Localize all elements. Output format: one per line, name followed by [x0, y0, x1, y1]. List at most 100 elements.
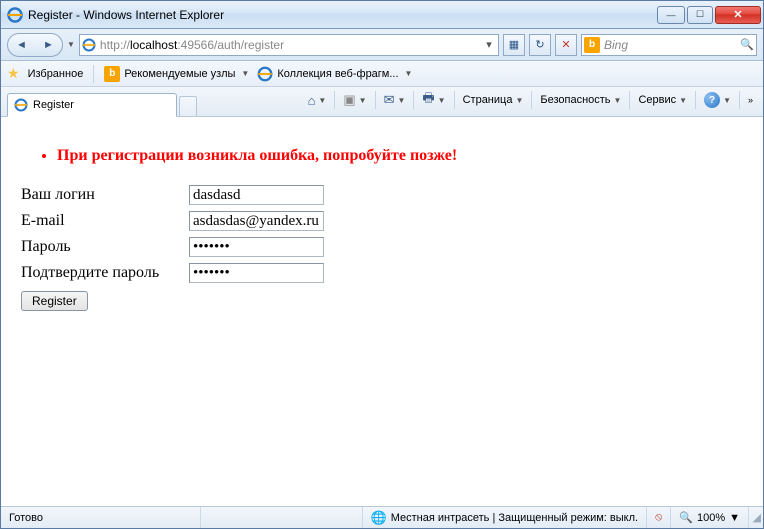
- chevron-down-icon: ▼: [318, 96, 326, 105]
- separator: [531, 91, 532, 109]
- help-menu[interactable]: ?▼: [700, 89, 735, 111]
- globe-icon: 🌐: [371, 510, 387, 526]
- back-forward-buttons[interactable]: ◄ ►: [7, 33, 63, 57]
- toolbar-chevron[interactable]: »: [744, 89, 757, 111]
- row-confirm-password: Подтвердите пароль: [21, 263, 743, 283]
- favorites-star-icon[interactable]: ★: [7, 65, 20, 82]
- page-favicon-ie-icon: [82, 38, 96, 52]
- address-dropdown-icon[interactable]: ▾: [482, 38, 496, 51]
- confirm-password-input[interactable]: [189, 263, 324, 283]
- print-button[interactable]: 🖶▼: [418, 89, 449, 111]
- zoom-control[interactable]: 🔍 100% ▼: [671, 507, 749, 528]
- search-go-icon[interactable]: 🔍: [740, 38, 754, 51]
- close-button[interactable]: ✕: [715, 6, 761, 24]
- address-bar[interactable]: http://localhost:49566/auth/register ▾: [79, 34, 499, 56]
- minimize-button[interactable]: —: [657, 6, 685, 24]
- chevron-down-icon: ▼: [723, 96, 731, 105]
- favorites-label[interactable]: Избранное: [28, 68, 84, 80]
- chevron-down-icon: ▼: [515, 96, 523, 105]
- label-confirm-password: Подтвердите пароль: [21, 264, 189, 282]
- login-input[interactable]: [189, 185, 324, 205]
- separator: [695, 91, 696, 109]
- zoom-icon: 🔍: [679, 511, 693, 524]
- chevron-down-icon: ▼: [614, 96, 622, 105]
- print-icon: 🖶: [422, 89, 434, 111]
- bing-icon: b: [584, 37, 600, 53]
- safety-menu[interactable]: Безопасность ▼: [536, 89, 625, 111]
- search-box[interactable]: b Bing 🔍: [581, 34, 757, 56]
- chevron-down-icon: ▼: [359, 96, 367, 105]
- ie-icon: [257, 66, 273, 82]
- window-controls: — ☐ ✕: [657, 6, 761, 24]
- help-icon: ?: [704, 92, 720, 108]
- separator: [413, 91, 414, 109]
- status-zone[interactable]: 🌐 Местная интрасеть | Защищенный режим: …: [363, 507, 648, 528]
- page-menu[interactable]: Страница▼: [459, 89, 528, 111]
- fav-web-slices[interactable]: Коллекция веб-фрагм... ▼: [257, 66, 412, 82]
- separator: [375, 91, 376, 109]
- chevron-down-icon: ▼: [405, 69, 413, 78]
- fav-recommended-sites[interactable]: b Рекомендуемые узлы ▼: [104, 66, 249, 82]
- error-list: При регистрации возникла ошибка, попробу…: [57, 147, 743, 165]
- search-provider-text: Bing: [604, 38, 736, 52]
- zone-text: Местная интрасеть | Защищенный режим: вы…: [391, 512, 638, 524]
- label-login: Ваш логин: [21, 186, 189, 204]
- chevron-down-icon: ▼: [679, 96, 687, 105]
- read-mail-button[interactable]: ✉▼: [380, 89, 410, 111]
- broken-page-icon: ▦: [509, 38, 519, 51]
- tab-register[interactable]: Register: [7, 93, 177, 117]
- rss-icon: ▣: [343, 92, 355, 108]
- status-ready: Готово: [1, 507, 201, 528]
- row-email: E-mail: [21, 211, 743, 231]
- row-password: Пароль: [21, 237, 743, 257]
- maximize-button[interactable]: ☐: [687, 6, 713, 24]
- separator: [334, 91, 335, 109]
- window-title: Register - Windows Internet Explorer: [28, 8, 657, 22]
- refresh-icon: ↻: [535, 38, 544, 51]
- page-content: При регистрации возникла ошибка, попробу…: [1, 117, 763, 506]
- compat-view-button[interactable]: ▦: [503, 34, 525, 56]
- title-bar: Register - Windows Internet Explorer — ☐…: [1, 1, 763, 29]
- row-login: Ваш логин: [21, 185, 743, 205]
- password-input[interactable]: [189, 237, 324, 257]
- feeds-button[interactable]: ▣▼: [339, 89, 370, 111]
- mail-icon: ✉: [384, 92, 395, 108]
- status-bar: Готово 🌐 Местная интрасеть | Защищенный …: [1, 506, 763, 528]
- email-input[interactable]: [189, 211, 324, 231]
- label-email: E-mail: [21, 212, 189, 230]
- home-button[interactable]: ⌂▼: [304, 89, 331, 111]
- url-text: http://localhost:49566/auth/register: [100, 38, 478, 52]
- nav-history-dropdown[interactable]: ▼: [67, 40, 75, 49]
- register-button[interactable]: Register: [21, 291, 88, 311]
- back-icon: ◄: [16, 39, 27, 51]
- new-tab-button[interactable]: [179, 96, 197, 116]
- fav-item-label: Рекомендуемые узлы: [124, 68, 235, 80]
- fav-item-label: Коллекция веб-фрагм...: [277, 68, 398, 80]
- stop-button[interactable]: ✕: [555, 34, 577, 56]
- separator: [629, 91, 630, 109]
- menu-label: Страница: [463, 94, 513, 106]
- tools-menu[interactable]: Сервис▼: [634, 89, 691, 111]
- bing-icon: b: [104, 66, 120, 82]
- chevron-down-icon: ▼: [729, 512, 740, 524]
- chevron-right-icon: »: [748, 95, 753, 105]
- stop-icon: ✕: [561, 38, 570, 51]
- separator: [454, 91, 455, 109]
- separator: [93, 65, 94, 83]
- chevron-down-icon: ▼: [438, 96, 446, 105]
- resize-grip[interactable]: ◢: [749, 511, 763, 524]
- status-protected-mode-icon[interactable]: ⦸: [647, 507, 671, 528]
- command-bar: Register ⌂▼ ▣▼ ✉▼ 🖶▼ Страница▼ Безопасно…: [1, 87, 763, 117]
- tab-favicon-ie-icon: [14, 98, 28, 112]
- menu-label: Безопасность: [540, 94, 610, 106]
- chevron-down-icon: ▼: [397, 96, 405, 105]
- refresh-button[interactable]: ↻: [529, 34, 551, 56]
- menu-label: Сервис: [638, 94, 676, 106]
- forward-icon: ►: [43, 39, 54, 51]
- chevron-down-icon: ▼: [241, 69, 249, 78]
- label-password: Пароль: [21, 238, 189, 256]
- zoom-value: 100%: [697, 512, 725, 524]
- tab-title: Register: [33, 99, 74, 111]
- status-text: Готово: [9, 512, 43, 524]
- home-icon: ⌂: [308, 93, 316, 108]
